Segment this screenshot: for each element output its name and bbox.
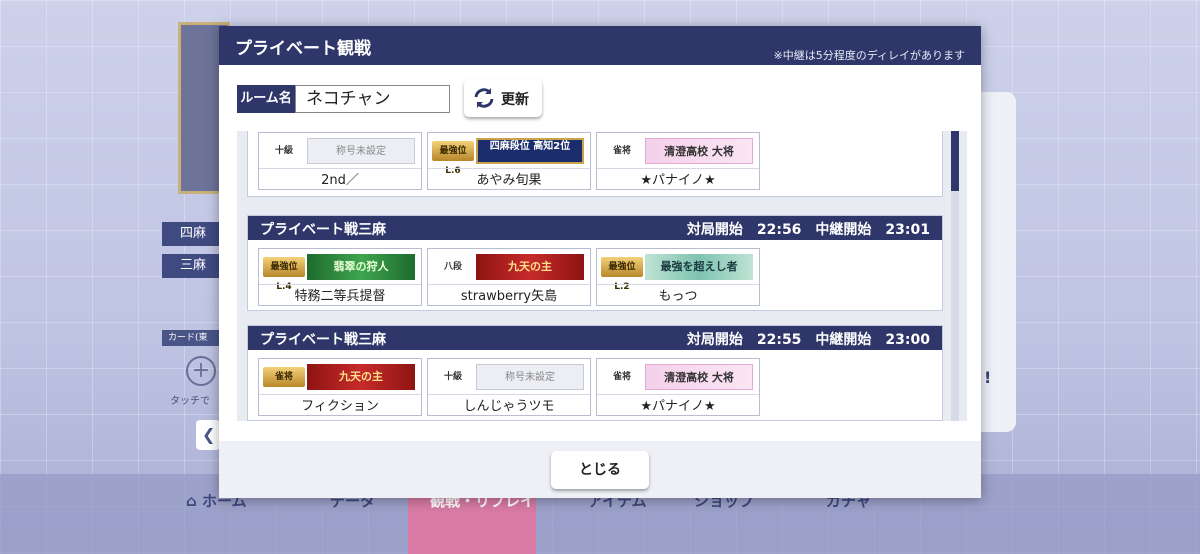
mode-4p-tab[interactable]: 四麻 — [162, 222, 220, 246]
player-name: あやみ旬果 — [476, 173, 542, 188]
player-name: フィクション — [301, 399, 379, 414]
player-card[interactable]: 十級 称号未設定 2nd／ — [258, 132, 422, 190]
player-card[interactable]: 最強位L.4 翡翠の狩人 特務二等兵提督 — [258, 248, 422, 306]
match-header: プライベート戦三麻 対局開始 22:55 中継開始 23:00 — [248, 326, 942, 350]
player-name: ★パナイノ★ — [640, 173, 716, 188]
add-icon[interactable]: + — [186, 356, 216, 386]
close-button[interactable]: とじる — [551, 451, 649, 489]
alert-icon: ! — [984, 368, 992, 387]
refresh-icon — [474, 88, 494, 108]
rank-badge: 十級 — [443, 372, 462, 382]
title-plate: 九天の主 — [307, 364, 415, 390]
player-name: しんじゃうツモ — [463, 399, 555, 414]
player-name: 特務二等兵提督 — [294, 289, 386, 304]
dialog-footer: とじる — [219, 441, 981, 498]
match-group[interactable]: プライベート戦三麻 対局開始 22:55 中継開始 23:00 雀将 九天の主 … — [247, 325, 943, 421]
dialog-header: プライベート観戦 ※中継は5分程度のディレイがあります — [219, 26, 981, 65]
match-name: プライベート戦三麻 — [260, 332, 386, 348]
rank-badge: 八段 — [443, 262, 462, 272]
match-time: 対局開始 22:56 中継開始 23:01 — [686, 222, 930, 238]
player-card[interactable]: 雀将 清澄高校 大将 ★パナイノ★ — [596, 358, 760, 416]
rank-badge: 雀将 — [612, 146, 631, 156]
title-plate: 称号未設定 — [307, 138, 415, 164]
player-card[interactable]: 雀将 九天の主 フィクション — [258, 358, 422, 416]
title-plate: 称号未設定 — [476, 364, 584, 390]
dialog-body: ルーム名 ネコチャン 更新 十級 称号未設定 2nd／ 最強位L.6 四麻段位 … — [219, 65, 981, 441]
title-plate: 翡翠の狩人 — [307, 254, 415, 280]
rank-badge: 最強位L.4 — [263, 257, 305, 292]
rank-badge: 十級 — [274, 146, 293, 156]
refresh-button[interactable]: 更新 — [464, 79, 542, 117]
title-plate: 清澄高校 大将 — [645, 364, 753, 390]
match-group[interactable]: 十級 称号未設定 2nd／ 最強位L.6 四麻段位 高知2位 あやみ旬果 雀将 … — [247, 131, 943, 197]
room-name-label: ルーム名 — [237, 85, 295, 113]
title-plate: 最強を超えし者 — [645, 254, 753, 280]
private-watch-dialog: プライベート観戦 ※中継は5分程度のディレイがあります ルーム名 ネコチャン 更… — [219, 26, 981, 498]
match-name: プライベート戦三麻 — [260, 222, 386, 238]
delay-note: ※中継は5分程度のディレイがあります — [773, 49, 965, 62]
scroll-thumb[interactable] — [951, 131, 959, 191]
player-name: ★パナイノ★ — [640, 399, 716, 414]
player-card[interactable]: 十級 称号未設定 しんじゃうツモ — [427, 358, 591, 416]
refresh-label: 更新 — [501, 92, 529, 108]
rank-badge: 最強位L.6 — [432, 141, 474, 176]
player-card[interactable]: 最強位L.2 最強を超えし者 もっつ — [596, 248, 760, 306]
list-scrollbar[interactable] — [951, 131, 959, 421]
match-group[interactable]: プライベート戦三麻 対局開始 22:56 中継開始 23:01 最強位L.4 翡… — [247, 215, 943, 311]
player-card[interactable]: 最強位L.6 四麻段位 高知2位 あやみ旬果 — [427, 132, 591, 190]
match-list[interactable]: 十級 称号未設定 2nd／ 最強位L.6 四麻段位 高知2位 あやみ旬果 雀将 … — [237, 131, 967, 421]
player-card[interactable]: 八段 九天の主 strawberry矢島 — [427, 248, 591, 306]
mode-3p-tab[interactable]: 三麻 — [162, 254, 220, 278]
rank-badge: 最強位L.2 — [601, 257, 643, 292]
match-header: プライベート戦三麻 対局開始 22:56 中継開始 23:01 — [248, 216, 942, 240]
title-plate: 清澄高校 大将 — [645, 138, 753, 164]
title-plate: 四麻段位 高知2位 — [476, 138, 584, 164]
card-label: カード(東 — [162, 330, 220, 346]
player-name: もっつ — [658, 289, 698, 304]
rank-badge: 雀将 — [263, 367, 305, 387]
player-name: 2nd／ — [321, 173, 359, 188]
dialog-title: プライベート観戦 — [235, 39, 371, 59]
room-name-input[interactable]: ネコチャン — [295, 85, 450, 113]
player-card[interactable]: 雀将 清澄高校 大将 ★パナイノ★ — [596, 132, 760, 190]
back-icon[interactable]: ❮ — [196, 420, 220, 450]
match-time: 対局開始 22:55 中継開始 23:00 — [686, 332, 930, 348]
title-plate: 九天の主 — [476, 254, 584, 280]
player-name: strawberry矢島 — [460, 289, 558, 304]
rank-badge: 雀将 — [612, 372, 631, 382]
touch-hint: タッチで — [170, 396, 210, 407]
